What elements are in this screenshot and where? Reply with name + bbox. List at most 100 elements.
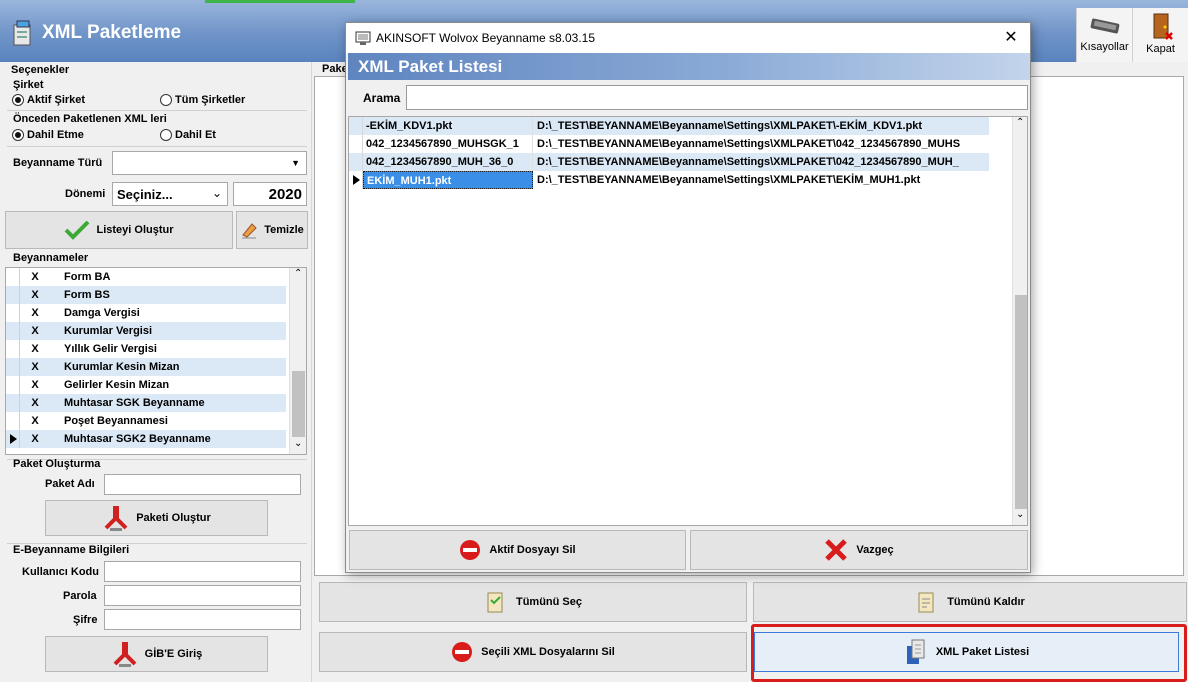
- delete-selected-label: Seçili XML Dosyalarını Sil: [481, 646, 615, 658]
- active-company-radio[interactable]: Aktif Şirket: [12, 94, 85, 106]
- password-label: Parola: [63, 590, 97, 602]
- declaration-type-select[interactable]: ▼: [112, 151, 307, 175]
- clear-label: Temizle: [264, 224, 304, 236]
- divider: [7, 110, 307, 111]
- select-all-button[interactable]: Tümünü Seç: [319, 582, 747, 622]
- shortcuts-button[interactable]: Kısayollar: [1076, 8, 1132, 62]
- file-name-cell-selected: EKİM_MUH1.pkt: [363, 171, 533, 189]
- package-header: Paket Oluşturma: [13, 458, 101, 470]
- app-window-icon: [355, 31, 371, 45]
- list-item[interactable]: X Form BA: [6, 268, 286, 286]
- package-name-input[interactable]: [104, 474, 301, 495]
- file-name-cell: 042_1234567890_MUHSGK_1: [363, 135, 533, 153]
- list-item[interactable]: X Yıllık Gelir Vergisi: [6, 340, 286, 358]
- file-path-cell: D:\_TEST\BEYANNAME\Beyanname\Settings\XM…: [537, 174, 921, 186]
- year-field[interactable]: 2020: [233, 182, 307, 206]
- options-header: Seçenekler: [11, 64, 70, 76]
- no-entry-icon: [460, 540, 481, 560]
- close-icon[interactable]: ✕: [1000, 27, 1022, 49]
- gib-login-button[interactable]: GİB'E Giriş: [45, 636, 268, 672]
- chevron-up-icon[interactable]: ⌃: [294, 268, 302, 279]
- list-item[interactable]: X Muhtasar SGK Beyanname: [6, 394, 286, 412]
- file-path-cell: D:\_TEST\BEYANNAME\Beyanname\Settings\XM…: [537, 156, 959, 168]
- package-name-label: Paket Adı: [45, 478, 95, 490]
- declarations-header: Beyannameler: [13, 252, 89, 264]
- delete-active-label: Aktif Dosyayı Sil: [489, 544, 576, 556]
- row-pointer-icon: [10, 434, 17, 444]
- list-item[interactable]: X Damga Vergisi: [6, 304, 286, 322]
- ebey-header: E-Beyanname Bilgileri: [13, 544, 130, 556]
- top-accent-bar: [205, 0, 355, 3]
- declarations-scrollbar[interactable]: ⌃ ⌄: [289, 268, 306, 454]
- chevron-down-icon[interactable]: ⌄: [1016, 509, 1024, 520]
- highlight-box: [751, 624, 1187, 682]
- file-path-cell: D:\_TEST\BEYANNAME\Beyanname\Settings\XM…: [537, 138, 961, 150]
- clear-button[interactable]: Temizle: [236, 211, 308, 249]
- list-item[interactable]: X Kurumlar Kesin Mizan: [6, 358, 286, 376]
- chevron-up-icon[interactable]: ⌃: [1016, 117, 1024, 128]
- password-input[interactable]: [104, 585, 301, 606]
- radio-selected-icon: [12, 129, 24, 141]
- file-name-cell: 042_1234567890_MUH_36_0: [363, 153, 533, 171]
- table-row[interactable]: EKİM_MUH1.pkt D:\_TEST\BEYANNAME\Beyanna…: [349, 171, 989, 189]
- list-item[interactable]: X Kurumlar Vergisi: [6, 322, 286, 340]
- select-all-label: Tümünü Seç: [515, 596, 582, 608]
- delete-selected-button[interactable]: Seçili XML Dosyalarını Sil: [319, 632, 747, 672]
- table-row[interactable]: 042_1234567890_MUHSGK_1 D:\_TEST\BEYANNA…: [349, 135, 989, 153]
- radio-empty-icon: [160, 129, 172, 141]
- delete-active-file-button[interactable]: Aktif Dosyayı Sil: [349, 530, 686, 570]
- username-input[interactable]: [104, 561, 301, 582]
- search-input[interactable]: [406, 85, 1028, 110]
- file-path-cell: D:\_TEST\BEYANNAME\Beyanname\Settings\XM…: [537, 120, 923, 132]
- include-label: Dahil Etme: [27, 129, 84, 141]
- all-companies-radio[interactable]: Tüm Şirketler: [160, 94, 245, 106]
- table-row[interactable]: -EKİM_KDV1.pkt D:\_TEST\BEYANNAME\Beyann…: [349, 117, 989, 135]
- file-name-cell: -EKİM_KDV1.pkt: [363, 117, 533, 135]
- exit-door-icon: [1153, 13, 1173, 40]
- include-radio[interactable]: Dahil Etme: [12, 129, 84, 141]
- xml-package-icon: [13, 20, 31, 46]
- list-item[interactable]: X Form BS: [6, 286, 286, 304]
- file-grid-scrollbar[interactable]: ⌃ ⌄: [1012, 117, 1027, 525]
- dialog-banner-title: XML Paket Listesi: [358, 57, 503, 76]
- divider: [7, 146, 307, 147]
- list-item[interactable]: X Muhtasar SGK2 Beyanname: [6, 430, 286, 448]
- close-app-label: Kapat: [1146, 43, 1175, 55]
- scroll-thumb[interactable]: [292, 371, 305, 437]
- type-label: Beyanname Türü: [13, 157, 103, 169]
- radio-selected-icon: [12, 94, 24, 106]
- shortcuts-label: Kısayollar: [1080, 41, 1129, 53]
- deselect-all-button[interactable]: Tümünü Kaldır: [753, 582, 1187, 622]
- deselect-all-label: Tümünü Kaldır: [947, 596, 1025, 608]
- period-label: Dönemi: [65, 188, 106, 200]
- chevron-down-icon[interactable]: ⌄: [294, 438, 302, 449]
- clipboard-check-icon: [487, 592, 503, 613]
- period-value: Seçiniz...: [117, 187, 173, 202]
- declarations-list[interactable]: X Form BA X Form BS X Damga Vergisi X Kuruml…: [5, 267, 307, 455]
- cipher-input[interactable]: [104, 609, 301, 630]
- exclude-label: Dahil Et: [175, 129, 216, 141]
- create-list-button[interactable]: Listeyi Oluştur: [5, 211, 233, 249]
- cancel-button[interactable]: Vazgeç: [690, 530, 1028, 570]
- cipher-label: Şifre: [73, 614, 98, 626]
- close-app-button[interactable]: Kapat: [1132, 8, 1188, 62]
- panel-title: Pake: [322, 63, 348, 75]
- period-select[interactable]: Seçiniz... ⌄: [112, 182, 228, 206]
- list-item[interactable]: X Gelirler Kesin Mizan: [6, 376, 286, 394]
- company-label: Şirket: [13, 79, 44, 91]
- create-package-button[interactable]: Paketi Oluştur: [45, 500, 268, 536]
- exclude-radio[interactable]: Dahil Et: [160, 129, 216, 141]
- no-entry-icon: [452, 642, 473, 662]
- scroll-thumb[interactable]: [1015, 295, 1027, 509]
- create-package-label: Paketi Oluştur: [136, 512, 211, 524]
- year-value: 2020: [268, 186, 302, 203]
- prev-packaged-label: Önceden Paketlenen XML leri: [13, 113, 167, 125]
- table-row[interactable]: 042_1234567890_MUH_36_0 D:\_TEST\BEYANNA…: [349, 153, 989, 171]
- checkmark-icon: [65, 220, 90, 240]
- red-seal-icon: [113, 642, 137, 667]
- list-item[interactable]: X Poşet Beyannamesi: [6, 412, 286, 430]
- clipboard-remove-icon: [918, 592, 934, 613]
- package-file-grid[interactable]: -EKİM_KDV1.pkt D:\_TEST\BEYANNAME\Beyann…: [348, 116, 1028, 526]
- red-seal-icon: [104, 506, 128, 531]
- username-label: Kullanıcı Kodu: [22, 566, 99, 578]
